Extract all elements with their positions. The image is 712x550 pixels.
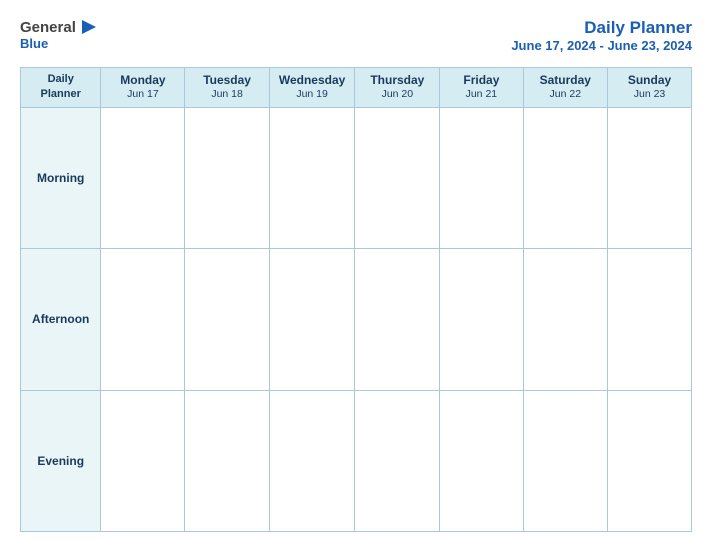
col-header-monday: Monday Jun 17 — [101, 68, 185, 108]
cell-afternoon-friday[interactable] — [440, 249, 523, 390]
logo-icon — [78, 18, 100, 36]
brand-color-text: Blue — [20, 36, 48, 51]
cell-evening-friday[interactable] — [440, 390, 523, 531]
cell-afternoon-saturday[interactable] — [523, 249, 608, 390]
cell-afternoon-thursday[interactable] — [355, 249, 440, 390]
planner-date-range: June 17, 2024 - June 23, 2024 — [511, 38, 692, 53]
cell-morning-tuesday[interactable] — [185, 107, 269, 248]
table-header-row: Daily Planner Monday Jun 17 Tuesday Jun … — [21, 68, 692, 108]
cell-evening-tuesday[interactable] — [185, 390, 269, 531]
logo: General Blue — [20, 18, 100, 51]
planner-title: Daily Planner — [511, 18, 692, 38]
cell-morning-saturday[interactable] — [523, 107, 608, 248]
cell-morning-monday[interactable] — [101, 107, 185, 248]
row-morning: Morning — [21, 107, 692, 248]
page-header: General Blue Daily Planner June 17, 2024… — [20, 18, 692, 53]
cell-afternoon-wednesday[interactable] — [269, 249, 355, 390]
row-afternoon: Afternoon — [21, 249, 692, 390]
brand-name: General — [20, 19, 76, 36]
row-label-evening: Evening — [21, 390, 101, 531]
col-header-tuesday: Tuesday Jun 18 — [185, 68, 269, 108]
cell-morning-friday[interactable] — [440, 107, 523, 248]
row-label-morning: Morning — [21, 107, 101, 248]
cell-afternoon-sunday[interactable] — [608, 249, 692, 390]
cell-evening-saturday[interactable] — [523, 390, 608, 531]
cell-morning-thursday[interactable] — [355, 107, 440, 248]
cell-evening-sunday[interactable] — [608, 390, 692, 531]
cell-morning-sunday[interactable] — [608, 107, 692, 248]
col-header-friday: Friday Jun 21 — [440, 68, 523, 108]
cell-evening-thursday[interactable] — [355, 390, 440, 531]
row-label-afternoon: Afternoon — [21, 249, 101, 390]
cell-evening-monday[interactable] — [101, 390, 185, 531]
col-header-wednesday: Wednesday Jun 19 — [269, 68, 355, 108]
planner-table: Daily Planner Monday Jun 17 Tuesday Jun … — [20, 67, 692, 532]
cell-afternoon-monday[interactable] — [101, 249, 185, 390]
corner-header: Daily Planner — [21, 68, 101, 108]
cell-evening-wednesday[interactable] — [269, 390, 355, 531]
row-evening: Evening — [21, 390, 692, 531]
col-header-saturday: Saturday Jun 22 — [523, 68, 608, 108]
col-header-sunday: Sunday Jun 23 — [608, 68, 692, 108]
title-area: Daily Planner June 17, 2024 - June 23, 2… — [511, 18, 692, 53]
cell-afternoon-tuesday[interactable] — [185, 249, 269, 390]
col-header-thursday: Thursday Jun 20 — [355, 68, 440, 108]
cell-morning-wednesday[interactable] — [269, 107, 355, 248]
